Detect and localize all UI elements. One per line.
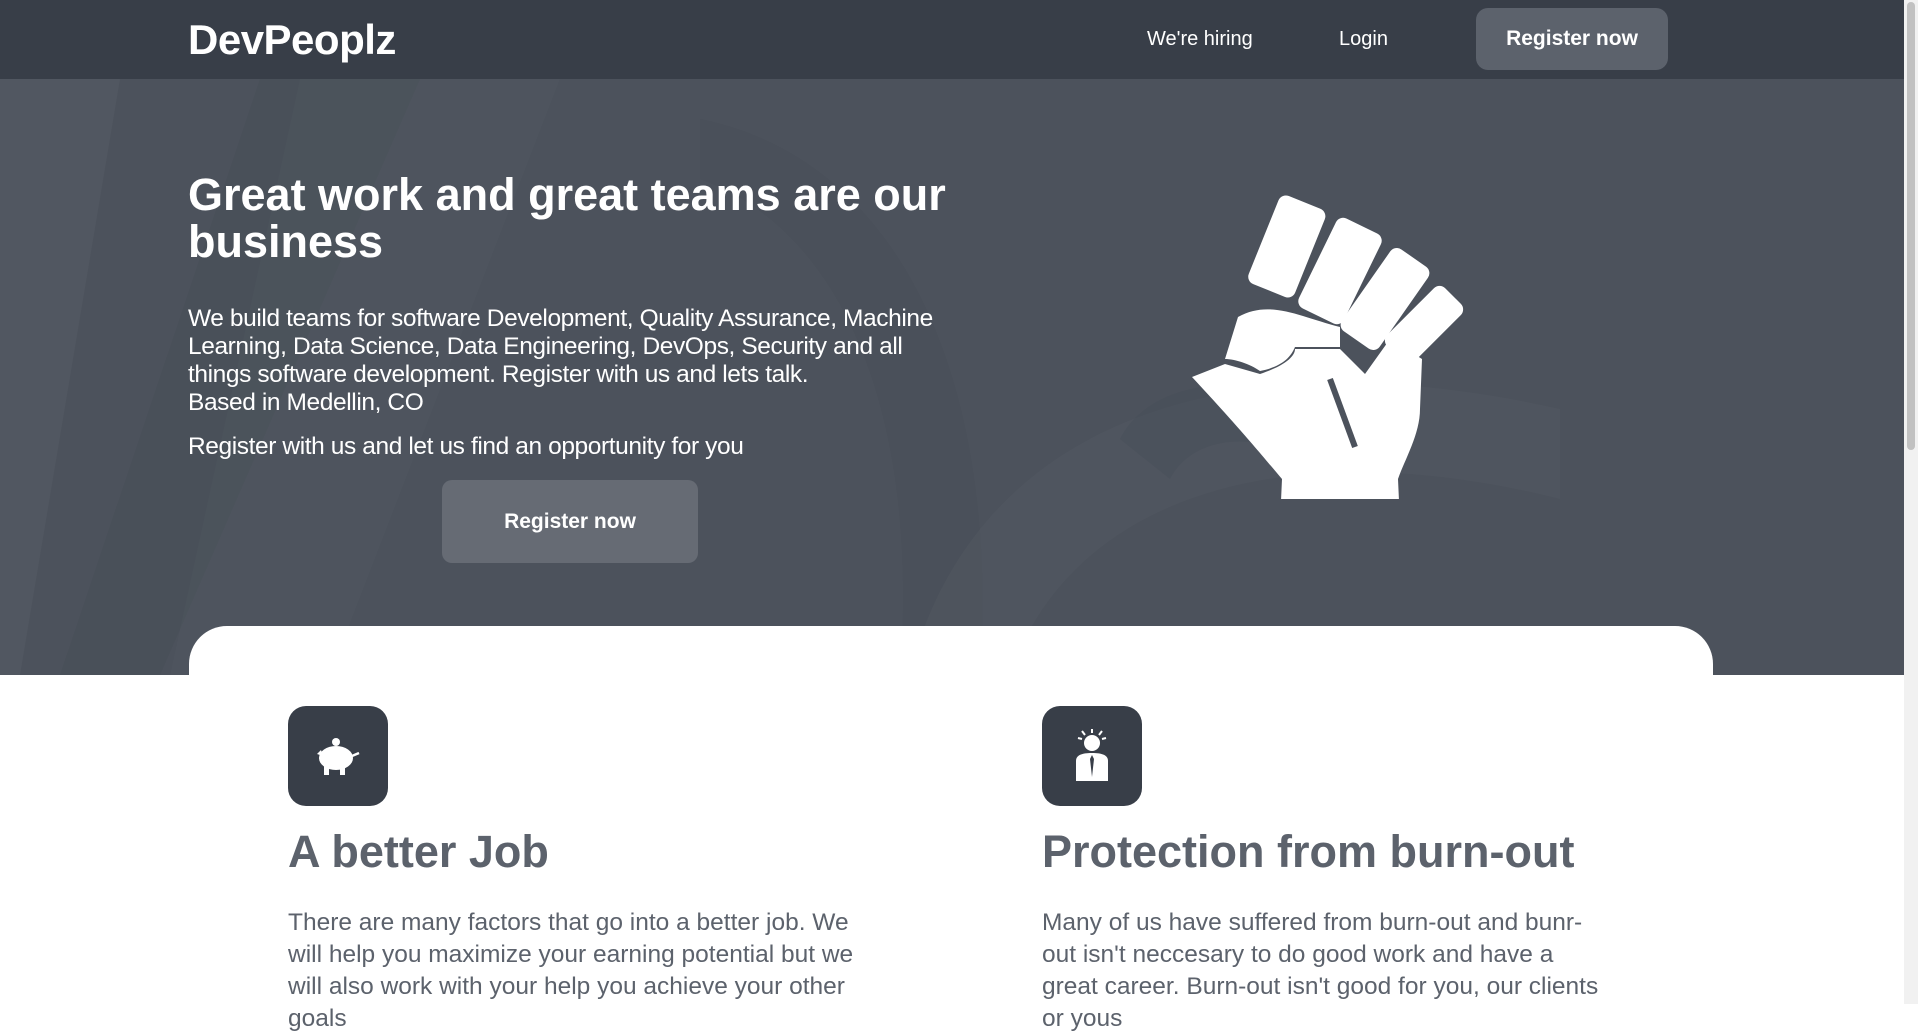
feature-icon-box (1042, 706, 1142, 806)
page-scrollbar[interactable] (1904, 0, 1918, 1004)
feature-better-job: A better Job There are many factors that… (288, 706, 888, 1035)
nav-link-login[interactable]: Login (1339, 24, 1388, 54)
feature-text: Many of us have suffered from burn-out a… (1042, 909, 1599, 1032)
nav-link-hiring[interactable]: We're hiring (1147, 24, 1253, 54)
top-navbar: DevPeoplz We're hiring Login Register no… (0, 0, 1904, 79)
raised-fist-icon (1192, 195, 1464, 499)
feature-title: A better Job (288, 826, 549, 877)
feature-title: Protection from burn-out (1042, 826, 1575, 877)
hero-title: Great work and great teams are our busin… (188, 169, 946, 267)
feature-burnout-protection: Protection from burn-out Many of us have… (1042, 706, 1642, 1035)
piggy-bank-icon (317, 738, 360, 775)
burned-out-person-icon (1076, 729, 1108, 781)
hero-description: We build teams for software Development,… (188, 305, 933, 388)
hero-location: Based in Medellin, CO (188, 389, 424, 416)
site-logo[interactable]: DevPeoplz (188, 13, 396, 67)
hero-cta-text: Register with us and let us find an oppo… (188, 433, 744, 460)
scrollbar-thumb[interactable] (1907, 2, 1915, 450)
hero-section: Great work and great teams are our busin… (0, 79, 1904, 675)
feature-icon-box (288, 706, 388, 806)
feature-text: There are many factors that go into a be… (288, 909, 854, 1032)
hero-register-button[interactable]: Register now (442, 480, 698, 563)
nav-register-button[interactable]: Register now (1476, 8, 1668, 70)
